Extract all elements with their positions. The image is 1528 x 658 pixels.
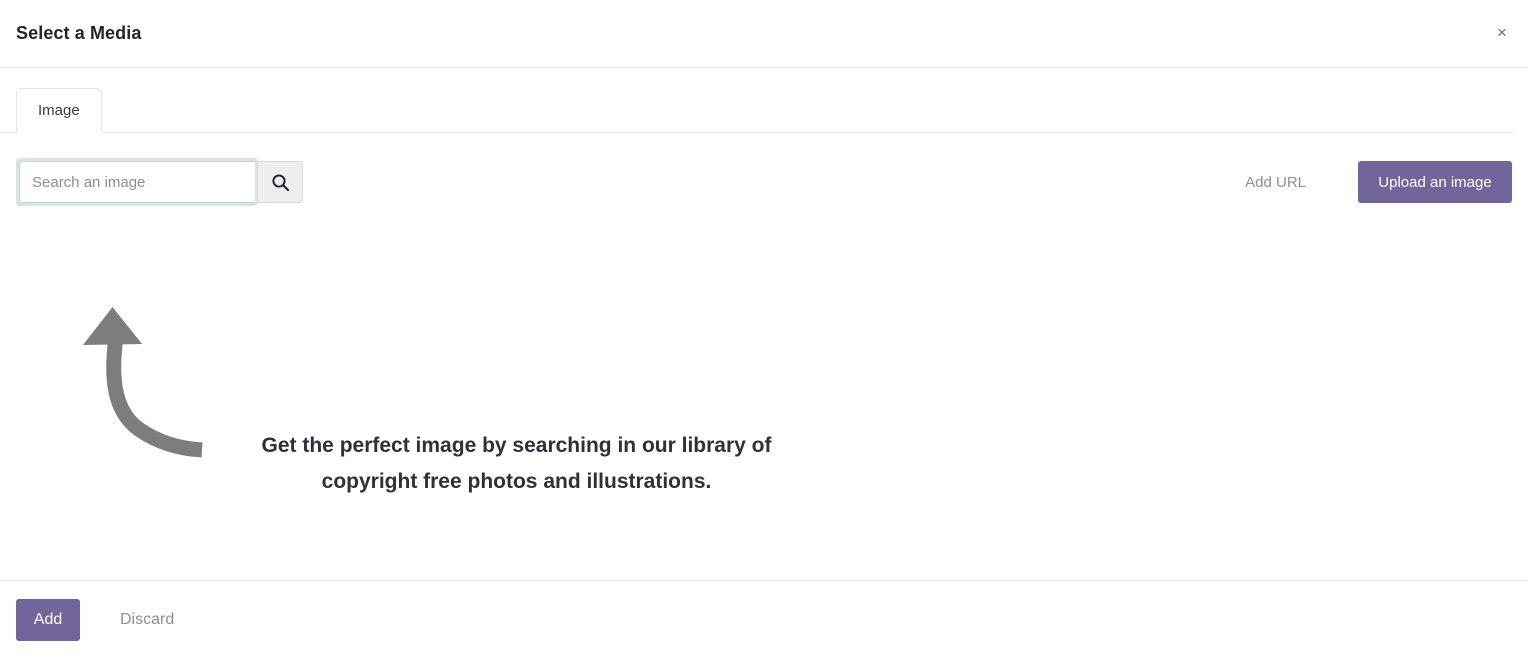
search-button[interactable] [257, 161, 303, 203]
empty-state-line-1: Get the perfect image by searching in ou… [0, 428, 1033, 464]
dialog-body: Image Add URL Uploa [0, 68, 1528, 580]
search-icon [271, 173, 290, 192]
tab-image-label: Image [38, 102, 80, 119]
search-focus-ring [16, 158, 258, 206]
discard-button[interactable]: Discard [104, 611, 190, 629]
tab-image[interactable]: Image [16, 88, 102, 133]
search-toolbar: Add URL Upload an image [0, 152, 1528, 212]
upload-image-button[interactable]: Upload an image [1358, 161, 1512, 203]
select-media-dialog: Select a Media × Image [0, 0, 1528, 658]
search-input[interactable] [19, 161, 255, 203]
add-button[interactable]: Add [16, 599, 80, 641]
search-input-group [16, 158, 303, 206]
empty-state: Get the perfect image by searching in ou… [0, 218, 1033, 518]
empty-state-text: Get the perfect image by searching in ou… [0, 428, 1033, 500]
dialog-header: Select a Media × [0, 0, 1528, 68]
empty-state-line-2: copyright free photos and illustrations. [0, 464, 1033, 500]
close-icon[interactable]: × [1490, 20, 1514, 44]
toolbar-actions: Add URL Upload an image [1231, 161, 1512, 203]
dialog-footer: Add Discard [0, 580, 1528, 658]
dialog-title: Select a Media [0, 23, 141, 44]
add-url-button[interactable]: Add URL [1231, 166, 1320, 199]
tab-bar: Image [0, 88, 1513, 133]
